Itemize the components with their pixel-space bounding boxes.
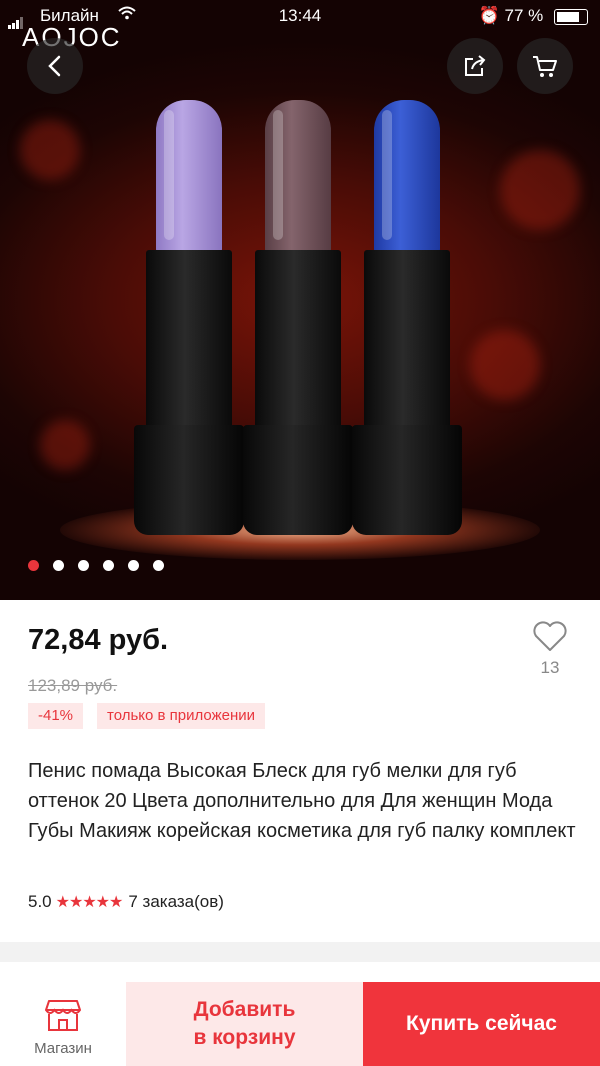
store-button[interactable]: Магазин <box>0 982 126 1066</box>
app-only-badge: только в приложении <box>97 703 266 729</box>
wishlist-button[interactable] <box>530 620 570 657</box>
share-button[interactable] <box>447 38 503 94</box>
bokeh-light <box>20 120 80 180</box>
rating-score: 5.0 <box>28 892 52 911</box>
add-to-cart-label-line1: Добавить <box>193 998 296 1021</box>
lipstick-blue <box>352 100 462 540</box>
add-to-cart-label-line2: в корзину <box>193 1026 296 1049</box>
store-label: Магазин <box>34 1040 92 1057</box>
lipstick-mauve <box>243 100 353 540</box>
bokeh-light <box>500 150 580 230</box>
product-image-gallery[interactable] <box>0 0 600 600</box>
chevron-left-icon <box>48 55 61 77</box>
discount-badge: -41% <box>28 703 84 729</box>
bottom-action-bar: Магазин Добавить в корзину Купить сейчас <box>0 982 600 1066</box>
bokeh-light <box>470 330 540 400</box>
lipstick-purple <box>134 100 244 540</box>
pagination-dot[interactable] <box>28 560 39 571</box>
share-icon <box>465 55 486 76</box>
pagination-dot[interactable] <box>153 560 164 571</box>
heart-icon <box>533 621 567 651</box>
current-price: 72,84 руб. <box>28 624 169 656</box>
battery-status: ⏰ 77 % <box>479 6 588 26</box>
store-icon <box>45 1000 81 1031</box>
buy-now-button[interactable]: Купить сейчас <box>363 982 600 1066</box>
gallery-pagination <box>28 558 178 576</box>
cart-icon <box>533 56 557 77</box>
cart-button[interactable] <box>517 38 573 94</box>
back-button[interactable] <box>27 38 83 94</box>
product-title: Пенис помада Высокая Блеск для губ мелки… <box>28 760 576 842</box>
add-to-cart-button[interactable]: Добавить в корзину <box>126 982 363 1066</box>
bokeh-light <box>40 420 90 470</box>
orders-count: 7 заказа(ов) <box>128 892 224 911</box>
old-price: 123,89 руб. <box>28 676 118 695</box>
wishlist-count: 13 <box>540 658 560 677</box>
battery-level: 77 % <box>504 6 544 25</box>
rating-row[interactable]: 5.0 ★★★★★ 7 заказа(ов) <box>28 892 224 912</box>
pagination-dot[interactable] <box>53 560 64 571</box>
alarm-icon: ⏰ <box>478 6 500 25</box>
pagination-dot[interactable] <box>103 560 114 571</box>
rating-stars: ★★★★★ <box>55 894 124 911</box>
pagination-dot[interactable] <box>78 560 89 571</box>
section-divider <box>0 942 600 962</box>
pagination-dot[interactable] <box>128 560 139 571</box>
battery-icon <box>554 8 588 25</box>
